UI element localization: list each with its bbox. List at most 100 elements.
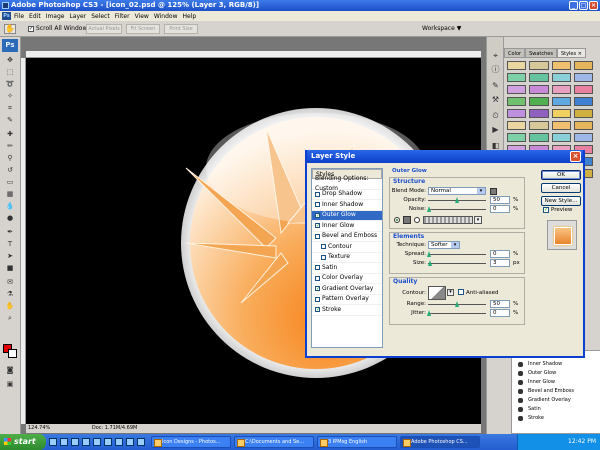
marquee-tool-icon[interactable]: ⬚: [3, 67, 17, 77]
style-item[interactable]: ✓ Outer Glow: [312, 210, 382, 221]
path-selection-icon[interactable]: ➤: [3, 251, 17, 261]
style-preset-swatch[interactable]: [529, 61, 549, 70]
quicklaunch-icon[interactable]: [126, 438, 134, 446]
style-preset-swatch[interactable]: [551, 109, 571, 118]
background-color-swatch[interactable]: [8, 349, 17, 358]
menu-edit[interactable]: Edit: [29, 13, 41, 20]
taskbar-item[interactable]: Adobe Photoshop CS...: [400, 436, 480, 448]
style-item[interactable]: Texture: [312, 253, 382, 263]
slice-tool-icon[interactable]: ✎: [3, 115, 17, 125]
style-preset-swatch[interactable]: [551, 61, 571, 70]
style-checkbox[interactable]: [315, 265, 320, 271]
navigator-icon[interactable]: ⌖: [490, 51, 501, 61]
style-item[interactable]: Contour: [312, 242, 382, 253]
style-checkbox[interactable]: [315, 202, 320, 208]
history-icon[interactable]: ⏲: [490, 111, 501, 121]
actions-icon[interactable]: ▶: [490, 125, 501, 135]
style-preset-swatch[interactable]: [529, 109, 549, 118]
move-tool-icon[interactable]: ✥: [3, 55, 17, 65]
brushes-icon[interactable]: ✎: [490, 81, 501, 91]
info-icon[interactable]: ⓘ: [490, 65, 501, 75]
quicklaunch-icon[interactable]: [137, 438, 145, 446]
style-preset-swatch[interactable]: [573, 61, 593, 70]
quicklaunch-icon[interactable]: [60, 438, 68, 446]
brush-tool-icon[interactable]: ✏: [3, 141, 17, 151]
blur-tool-icon[interactable]: 💧: [3, 201, 17, 211]
style-preset-swatch[interactable]: [551, 73, 571, 82]
lasso-tool-icon[interactable]: ➰: [3, 79, 17, 89]
noise-slider[interactable]: [428, 209, 486, 210]
size-slider[interactable]: [428, 263, 486, 264]
layer-effect-item[interactable]: Bevel and Emboss: [512, 387, 600, 396]
close-button[interactable]: ×: [589, 1, 598, 10]
style-item[interactable]: Blending Options: Custom: [312, 175, 382, 192]
workspace-menu[interactable]: Workspace ▼: [422, 24, 461, 34]
notes-tool-icon[interactable]: ✉: [3, 277, 17, 287]
spread-field[interactable]: 0: [490, 250, 510, 258]
style-preset-swatch[interactable]: [529, 133, 549, 142]
eraser-tool-icon[interactable]: ▭: [3, 177, 17, 187]
style-checkbox[interactable]: [315, 275, 320, 281]
dodge-tool-icon[interactable]: ●: [3, 213, 17, 223]
quicklaunch-icon[interactable]: [49, 438, 57, 446]
gradient-radio[interactable]: [414, 217, 420, 223]
minimize-button[interactable]: _: [569, 1, 578, 10]
style-item[interactable]: Bevel and Emboss: [312, 232, 382, 242]
style-preset-swatch[interactable]: [529, 121, 549, 130]
jitter-slider[interactable]: [428, 313, 486, 314]
taskbar-item[interactable]: C:\Documents and Se...: [234, 436, 314, 448]
style-preset-swatch[interactable]: [507, 133, 527, 142]
anti-aliased-checkbox[interactable]: [458, 289, 464, 295]
layer-effect-item[interactable]: Outer Glow: [512, 369, 600, 378]
style-checkbox[interactable]: [321, 254, 326, 260]
eyedropper-icon[interactable]: ⚗: [3, 289, 17, 299]
quicklaunch-icon[interactable]: [104, 438, 112, 446]
menu-image[interactable]: Image: [46, 13, 65, 20]
tab-swatches[interactable]: Swatches: [525, 48, 557, 58]
clone-stamp-icon[interactable]: ⚲: [3, 153, 17, 163]
style-preset-swatch[interactable]: [529, 85, 549, 94]
preview-checkbox[interactable]: ✓ Preview: [543, 207, 572, 213]
style-preset-swatch[interactable]: [573, 97, 593, 106]
chevron-down-icon[interactable]: ▾: [447, 289, 454, 296]
quicklaunch-icon[interactable]: [82, 438, 90, 446]
size-field[interactable]: 3: [490, 259, 510, 267]
quick-mask-icon[interactable]: ◙: [3, 365, 17, 375]
style-checkbox[interactable]: ✓: [315, 307, 320, 313]
menu-file[interactable]: File: [14, 13, 24, 20]
tool-presets-icon[interactable]: ⚒: [490, 95, 501, 105]
magic-wand-icon[interactable]: ✧: [3, 91, 17, 101]
style-item[interactable]: ✓ Inner Glow: [312, 221, 382, 232]
style-preset-swatch[interactable]: [529, 73, 549, 82]
maximize-button[interactable]: □: [579, 1, 588, 10]
dialog-close-button[interactable]: ×: [570, 151, 581, 162]
scroll-all-windows-checkbox[interactable]: ✓ Scroll All Windows: [28, 25, 90, 32]
gradient-picker[interactable]: [423, 216, 473, 224]
pen-tool-icon[interactable]: ✒: [3, 227, 17, 237]
quicklaunch-icon[interactable]: [93, 438, 101, 446]
style-item[interactable]: ✓ Gradient Overlay: [312, 284, 382, 295]
menu-view[interactable]: View: [135, 13, 149, 20]
taskbar-item[interactable]: 3 IPMsg English: [317, 436, 397, 448]
quicklaunch-icon[interactable]: [115, 438, 123, 446]
style-preset-swatch[interactable]: [551, 97, 571, 106]
style-preset-swatch[interactable]: [507, 73, 527, 82]
style-checkbox[interactable]: [315, 296, 320, 302]
quicklaunch-icon[interactable]: [71, 438, 79, 446]
zoom-tool-icon[interactable]: ⌕: [3, 313, 17, 323]
menu-select[interactable]: Select: [91, 13, 110, 20]
style-preset-swatch[interactable]: [573, 73, 593, 82]
hand-tool-icon[interactable]: ✋: [4, 24, 16, 34]
style-item[interactable]: Color Overlay: [312, 274, 382, 284]
print-size-button[interactable]: Print Size: [164, 24, 198, 34]
layer-effect-item[interactable]: Stroke: [512, 414, 600, 423]
layer-effect-item[interactable]: Gradient Overlay: [512, 396, 600, 405]
hand-tool-box-icon[interactable]: ✋: [3, 301, 17, 311]
chevron-down-icon[interactable]: ▾: [451, 242, 459, 248]
layer-effect-item[interactable]: Satin: [512, 405, 600, 414]
start-button[interactable]: start: [0, 434, 46, 450]
opacity-field[interactable]: 50: [490, 196, 510, 204]
ok-button[interactable]: OK: [541, 170, 581, 180]
dialog-title-bar[interactable]: Layer Style ×: [307, 150, 583, 163]
chevron-down-icon[interactable]: ▾: [477, 188, 485, 194]
